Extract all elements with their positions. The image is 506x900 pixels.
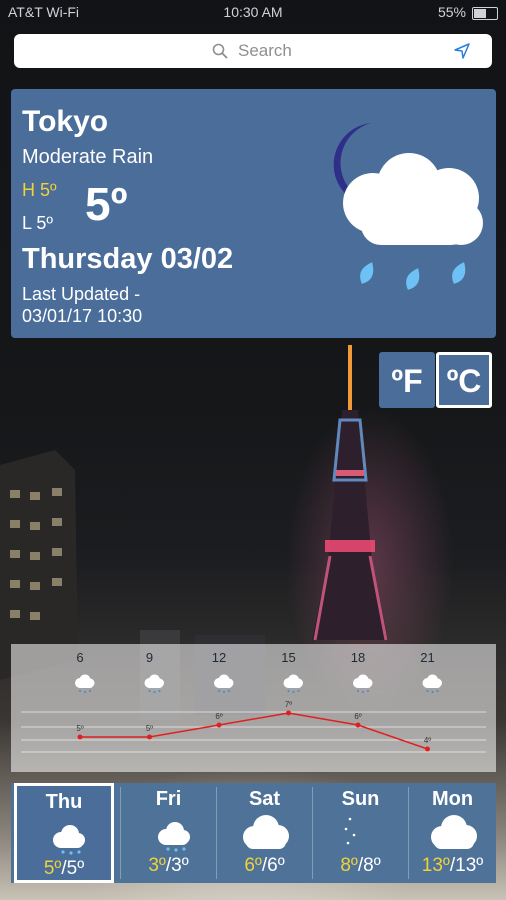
moon-stars-icon (313, 813, 408, 858)
last-updated-value: 03/01/17 10:30 (22, 306, 143, 326)
day-temp: 8º/8º (340, 855, 381, 876)
fahrenheit-button[interactable]: ºF (379, 352, 435, 408)
temp-point (216, 722, 222, 728)
search-icon (212, 43, 228, 64)
hour-label: 21 (420, 650, 434, 665)
city-name: Tokyo (22, 105, 109, 138)
temp-point-label: 5º (76, 724, 83, 733)
day-card-mon[interactable]: Mon 13º/13º (409, 783, 496, 883)
moon-cloud-rain-icon (278, 670, 303, 693)
temp-point-label: 6º (354, 712, 361, 721)
moon-cloud-rain-icon (208, 670, 234, 693)
day-temp: 3º/3º (148, 855, 189, 876)
hour-label: 6 (76, 650, 83, 665)
current-weather-card: Tokyo Moderate Rain H 5º L 5º 5º Thursda… (11, 89, 496, 338)
hour-label: 15 (281, 650, 295, 665)
temp-point (286, 710, 291, 716)
temp-point-label: 5º (146, 724, 153, 733)
temp-point (425, 746, 430, 752)
temp-point-label: 6º (215, 712, 222, 721)
day-temp: 13º/13º (421, 855, 484, 876)
search-bar[interactable] (14, 34, 492, 68)
temp-series-line (80, 712, 428, 750)
day-name: Fri (155, 788, 182, 810)
location-arrow-icon[interactable] (454, 43, 470, 64)
moon-cloud-rain-icon (69, 670, 95, 693)
low-temp: L 5º (22, 213, 53, 233)
temp-point-label: 4º (424, 736, 431, 745)
search-input[interactable] (238, 40, 438, 62)
hourly-chart-svg: 6 5º 9 5º 12 6º 15 7º 18 6º 21 4º (21, 650, 486, 753)
day-name: Sat (248, 788, 281, 810)
day-card-thu[interactable]: Thu 5º/5º (14, 783, 114, 883)
temp-point (355, 722, 361, 728)
current-temp: 5º (85, 178, 128, 230)
day-card-sat[interactable]: Sat 6º/6º (217, 783, 312, 883)
day-temp: 6º/6º (244, 855, 285, 876)
day-name: Sun (341, 788, 380, 810)
moon-cloud-rain-icon (121, 813, 216, 858)
cloud-icon (217, 813, 312, 858)
temp-point-label: 7º (285, 700, 292, 709)
last-updated-label: Last Updated - (22, 284, 141, 304)
hour-label: 18 (351, 650, 365, 665)
day-temp: 5º/5º (43, 858, 85, 879)
current-date: Thursday 03/02 (22, 243, 234, 275)
moon-cloud-rain-icon (417, 670, 442, 693)
day-card-fri[interactable]: Fri 3º/3º (121, 783, 216, 883)
battery-percent: 55% (437, 4, 466, 20)
hour-label: 12 (212, 650, 226, 665)
moon-cloud-rain-icon (17, 816, 111, 861)
temp-point (77, 734, 83, 740)
temp-point (147, 734, 152, 740)
hourly-forecast-chart: 6 5º 9 5º 12 6º 15 7º 18 6º 21 4º (11, 644, 496, 772)
day-name: Thu (45, 791, 83, 813)
celsius-button[interactable]: ºC (436, 352, 492, 408)
battery-icon (472, 7, 498, 20)
daily-forecast: Thu 5º/5º Fri 3º/3º Sat 6º/6º Sun 8º/8º … (11, 783, 496, 883)
clock: 10:30 AM (223, 4, 283, 20)
moon-cloud-rain-icon (139, 670, 164, 693)
weather-condition: Moderate Rain (22, 146, 154, 168)
status-bar: AT&T Wi-Fi 10:30 AM 55% (0, 0, 506, 28)
moon-cloud-rain-icon (347, 670, 373, 693)
moon-cloud-rain-icon (301, 103, 491, 308)
high-temp: H 5º (22, 180, 57, 200)
day-name: Mon (431, 788, 474, 810)
cloud-icon (409, 813, 496, 858)
hour-label: 9 (146, 650, 153, 665)
day-card-sun[interactable]: Sun 8º/8º (313, 783, 408, 883)
